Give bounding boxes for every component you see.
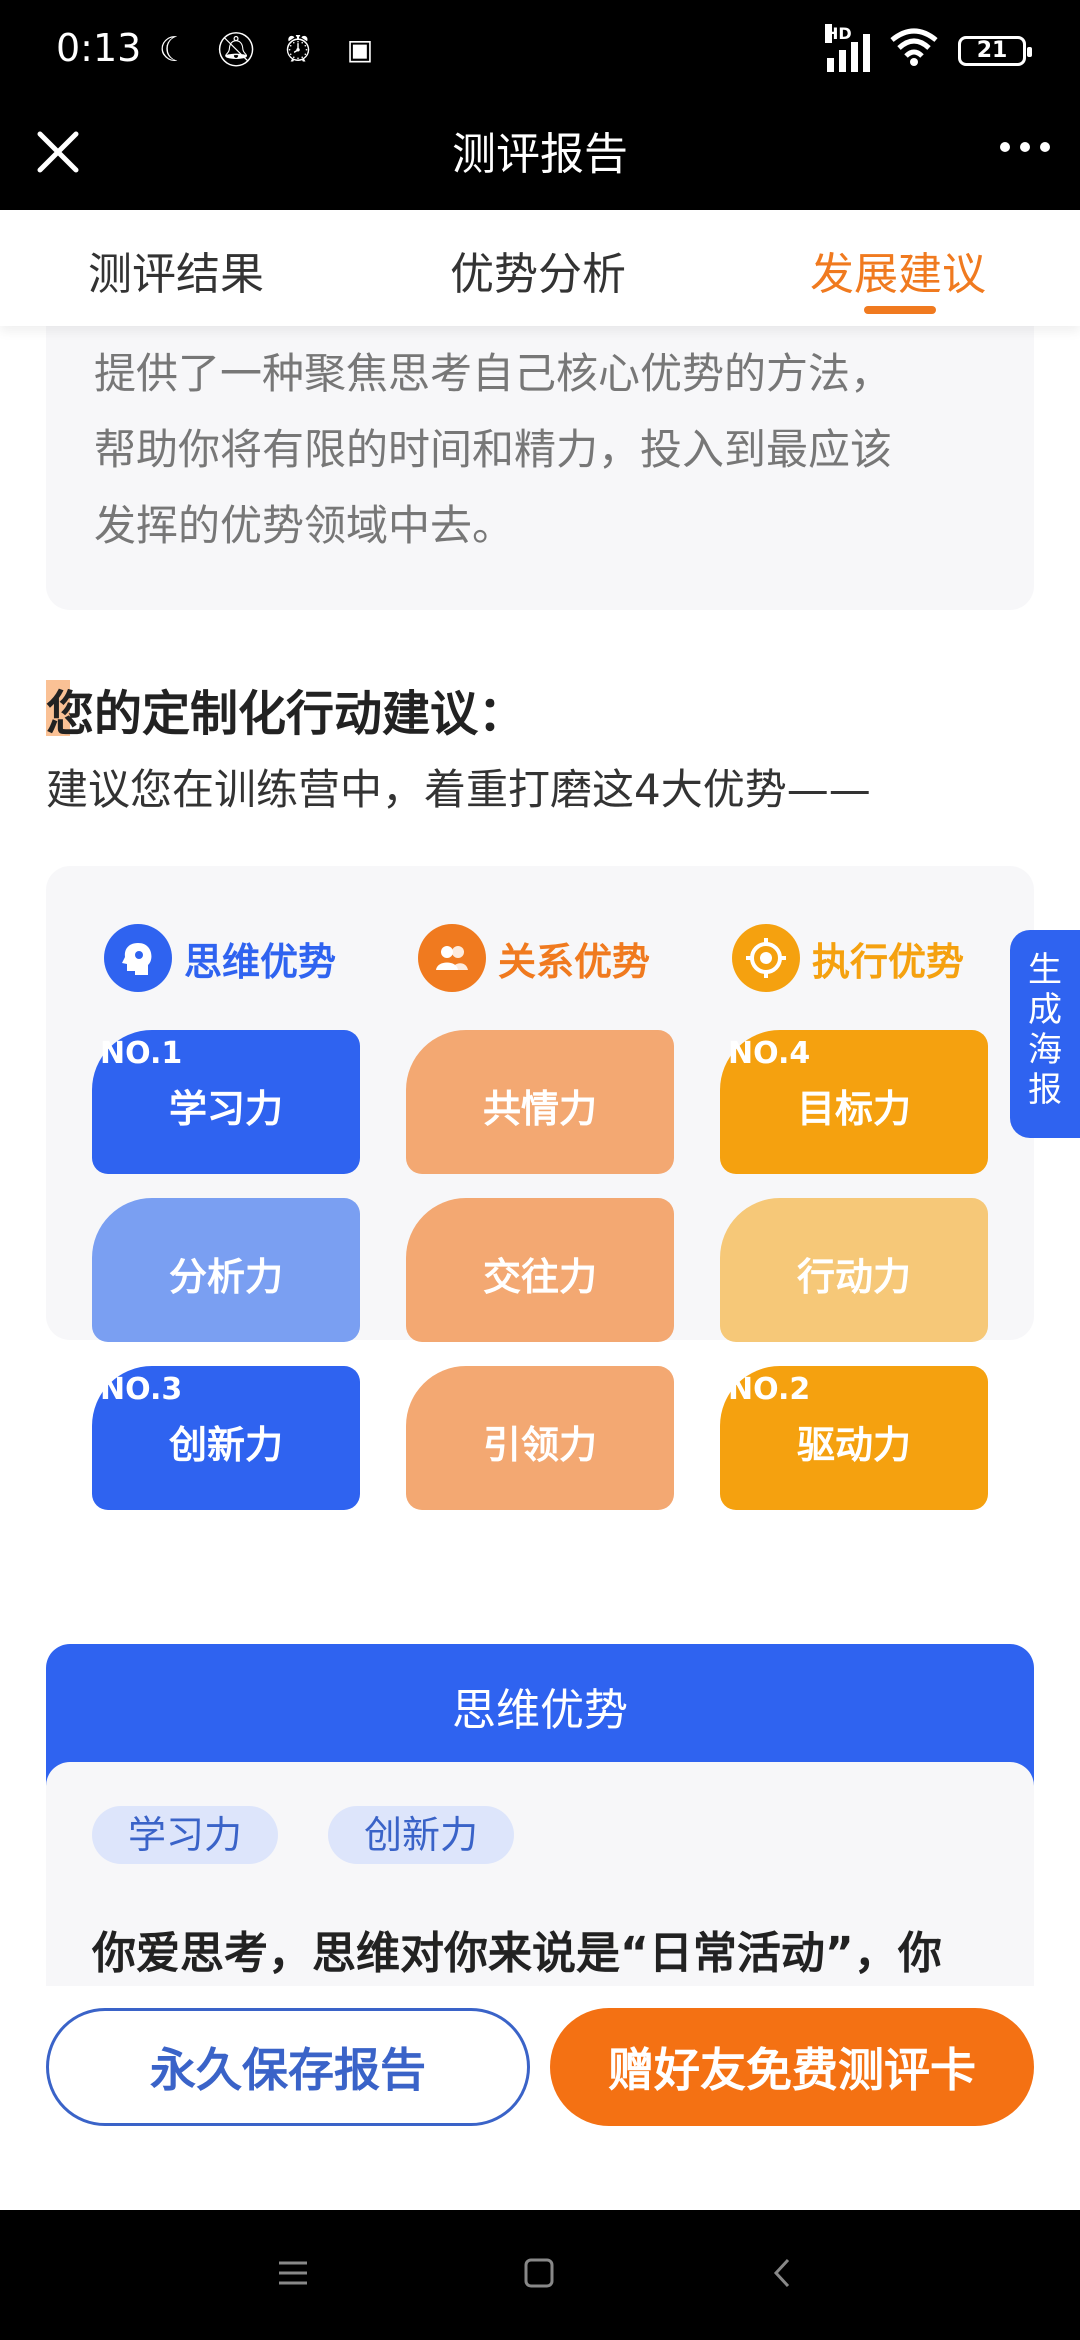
menu-icon[interactable]	[276, 2254, 310, 2300]
rank-badge: NO.1	[100, 1036, 183, 1071]
signal-icon: HD	[825, 23, 870, 72]
tile-leadership[interactable]: 引领力	[406, 1366, 674, 1510]
bottom-action-bar: 永久保存报告 赠好友免费测评卡	[0, 1986, 1080, 2210]
alarm-icon: ⏰︎	[284, 30, 312, 70]
tile-socializing[interactable]: 交往力	[406, 1198, 674, 1342]
category-relationship: 关系优势	[418, 924, 650, 992]
battery-icon: 21	[958, 35, 1032, 66]
tile-label: 交往力	[482, 1254, 597, 1299]
tile-analysis[interactable]: 分析力	[92, 1198, 360, 1342]
people-icon	[418, 924, 486, 992]
intro-text: 提供了一种聚焦思考自己核心优势的方法， 帮助你将有限的时间和精力，投入到最应该 …	[94, 336, 994, 564]
tab-results[interactable]: 测评结果	[88, 238, 264, 302]
back-icon[interactable]	[766, 2254, 800, 2300]
moon-icon: ☾	[158, 30, 190, 70]
rank-badge: NO.3	[100, 1372, 183, 1407]
head-icon	[104, 924, 172, 992]
save-report-button[interactable]: 永久保存报告	[46, 2008, 530, 2126]
status-bar: 0:13 ☾ 🔕︎ ⏰︎ ▣ HD 21	[0, 0, 1080, 100]
intro-line: 提供了一种聚焦思考自己核心优势的方法，	[94, 349, 893, 398]
more-icon[interactable]	[1000, 142, 1050, 152]
report-content[interactable]: 提供了一种聚焦思考自己核心优势的方法， 帮助你将有限的时间和精力，投入到最应该 …	[0, 326, 1080, 1986]
side-tab-label: 生成海报	[1028, 950, 1062, 1110]
rank-badge: NO.2	[728, 1372, 811, 1407]
intro-card: 提供了一种聚焦思考自己核心优势的方法， 帮助你将有限的时间和精力，投入到最应该 …	[46, 326, 1034, 610]
bell-off-icon: 🔕︎	[214, 30, 258, 70]
rank-badge: NO.4	[728, 1036, 811, 1071]
tab-strengths[interactable]: 优势分析	[450, 238, 626, 302]
intro-line: 帮助你将有限的时间和精力，投入到最应该	[94, 425, 893, 474]
tile-learning[interactable]: NO.1 学习力	[92, 1030, 360, 1174]
app-icon: ▣	[346, 33, 374, 66]
tile-label: 行动力	[796, 1254, 911, 1299]
action-subtitle: 建议您在训练营中，着重打磨这4大优势——	[46, 765, 871, 814]
category-label: 思维优势	[184, 939, 337, 984]
system-nav-bar	[0, 2210, 1080, 2340]
action-title: 您的定制化行动建议：	[46, 674, 526, 744]
tile-goal[interactable]: NO.4 目标力	[720, 1030, 988, 1174]
target-icon	[732, 924, 800, 992]
tile-label: 创新力	[168, 1422, 283, 1467]
category-label: 关系优势	[498, 939, 651, 984]
status-right: HD 21	[825, 23, 1032, 73]
tile-action[interactable]: 行动力	[720, 1198, 988, 1342]
tab-suggestions[interactable]: 发展建议	[810, 238, 986, 302]
tile-drive[interactable]: NO.2 驱动力	[720, 1366, 988, 1510]
tile-label: 目标力	[796, 1086, 911, 1131]
intro-line: 发挥的优势领域中去。	[94, 501, 515, 550]
category-label: 执行优势	[812, 939, 965, 984]
thinking-description: 你爱思考，思维对你来说是“日常活动”，你	[92, 1928, 942, 1979]
status-time: 0:13	[56, 26, 142, 70]
strength-chip: 创新力	[328, 1806, 515, 1864]
active-tab-indicator	[864, 306, 936, 314]
wifi-icon	[890, 28, 938, 73]
strengths-grid: 思维优势 关系优势 执行优势 NO.1 学习力 分析力 NO.3 创新力 共情力…	[46, 866, 1034, 1510]
strength-chip: 学习力	[92, 1806, 279, 1864]
title-bar: 测评报告	[0, 100, 1080, 210]
tile-label: 分析力	[168, 1254, 283, 1299]
category-execution: 执行优势	[732, 924, 964, 992]
status-icons: ☾ 🔕︎ ⏰︎ ▣	[150, 26, 384, 74]
tile-label: 学习力	[168, 1086, 283, 1131]
hd-badge: HD	[825, 23, 852, 43]
tile-innovation[interactable]: NO.3 创新力	[92, 1366, 360, 1510]
tile-label: 引领力	[482, 1422, 597, 1467]
battery-level: 21	[976, 38, 1008, 63]
tile-label: 共情力	[482, 1086, 597, 1131]
tile-label: 驱动力	[796, 1422, 911, 1467]
generate-poster-button[interactable]: 生成海报	[1010, 930, 1080, 1138]
thinking-section-title: 思维优势	[452, 1685, 628, 1736]
tile-empathy[interactable]: 共情力	[406, 1030, 674, 1174]
action-title-text: 您的定制化行动建议：	[46, 686, 527, 742]
home-icon[interactable]	[522, 2254, 556, 2300]
gift-card-button[interactable]: 赠好友免费测评卡	[550, 2008, 1034, 2126]
tab-bar: 测评结果 优势分析 发展建议	[0, 210, 1080, 326]
page-title: 测评报告	[452, 129, 628, 180]
category-thinking: 思维优势	[104, 924, 336, 992]
